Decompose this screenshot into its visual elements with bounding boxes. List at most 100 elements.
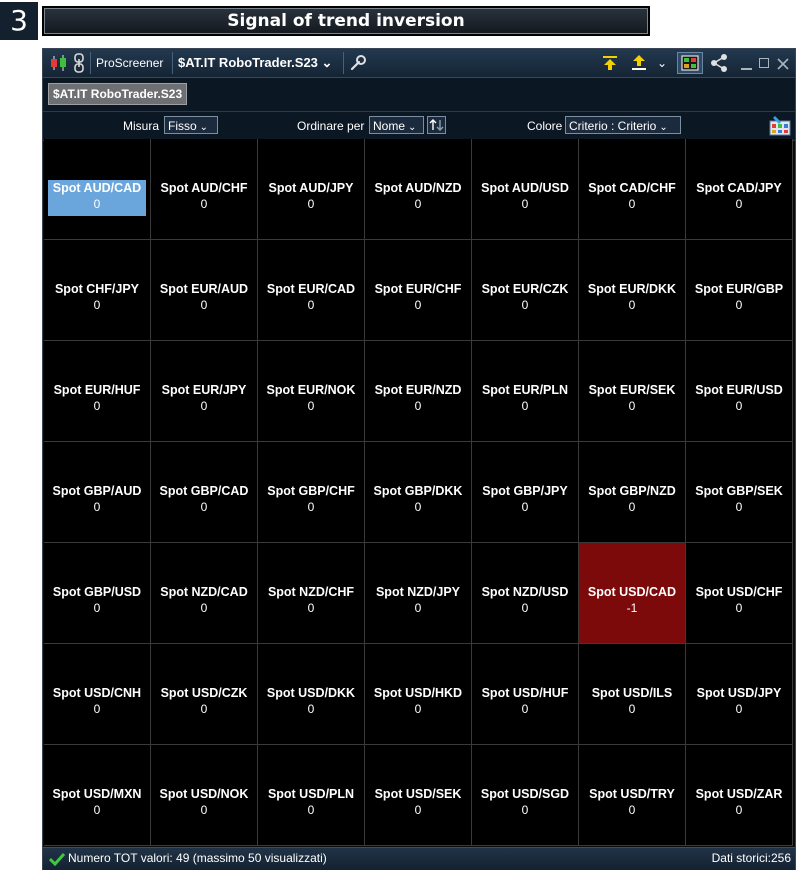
symbol-chip[interactable]: $AT.IT RoboTrader.S23: [48, 83, 188, 105]
cell-value: 0: [307, 298, 315, 312]
screener-cell[interactable]: Spot AUD/CAD 0: [44, 139, 151, 240]
screener-cell[interactable]: Spot AUD/NZD 0: [365, 139, 472, 240]
screener-cell[interactable]: Spot GBP/SEK 0: [686, 442, 793, 543]
screener-cell[interactable]: Spot CHF/JPY 0: [44, 240, 151, 341]
screener-selector[interactable]: $AT.IT RoboTrader.S23 ⌄: [178, 49, 332, 77]
cell-content: Spot CAD/JPY 0: [690, 180, 788, 216]
color-select[interactable]: Criterio : Criterio ⌄: [565, 116, 681, 134]
screener-cell[interactable]: Spot CAD/CHF 0: [579, 139, 686, 240]
cell-content: Spot USD/PLN 0: [262, 786, 360, 822]
chevron-down-icon[interactable]: ⌄: [657, 49, 667, 77]
screener-cell[interactable]: Spot EUR/SEK 0: [579, 341, 686, 442]
screener-cell[interactable]: Spot EUR/CAD 0: [258, 240, 365, 341]
screener-cell[interactable]: Spot USD/ZAR 0: [686, 745, 793, 846]
screener-cell[interactable]: Spot USD/NOK 0: [151, 745, 258, 846]
sort-direction-icon[interactable]: [427, 116, 446, 134]
cell-instrument-name: Spot EUR/CZK: [481, 282, 569, 296]
close-icon[interactable]: [777, 57, 789, 70]
screener-cell[interactable]: Spot EUR/NOK 0: [258, 341, 365, 442]
screener-cell[interactable]: Spot USD/ILS 0: [579, 644, 686, 745]
screener-cell[interactable]: Spot USD/DKK 0: [258, 644, 365, 745]
screener-cell[interactable]: Spot USD/CZK 0: [151, 644, 258, 745]
cell-content: Spot EUR/CAD 0: [262, 281, 360, 317]
screener-cell[interactable]: Spot GBP/JPY 0: [472, 442, 579, 543]
cell-instrument-name: Spot NZD/CHF: [267, 585, 355, 599]
cell-instrument-name: Spot AUD/CHF: [160, 181, 248, 195]
screener-name: $AT.IT RoboTrader.S23: [178, 55, 318, 70]
grid-view-icon[interactable]: [677, 52, 703, 74]
cell-instrument-name: Spot NZD/USD: [481, 585, 569, 599]
cell-value: 0: [200, 399, 208, 413]
screener-cell[interactable]: Spot USD/CNH 0: [44, 644, 151, 745]
cell-content: Spot EUR/HUF 0: [48, 382, 146, 418]
sort-select[interactable]: Nome ⌄: [369, 116, 424, 134]
screener-cell[interactable]: Spot NZD/CHF 0: [258, 543, 365, 644]
screener-cell[interactable]: Spot EUR/CZK 0: [472, 240, 579, 341]
cell-value: 0: [628, 702, 636, 716]
minimize-icon[interactable]: [741, 68, 752, 70]
upload-icon[interactable]: [630, 54, 648, 72]
screener-cell[interactable]: Spot NZD/JPY 0: [365, 543, 472, 644]
download-icon[interactable]: [601, 54, 619, 72]
cell-instrument-name: Spot EUR/JPY: [161, 383, 247, 397]
screener-cell[interactable]: Spot EUR/DKK 0: [579, 240, 686, 341]
screener-cell[interactable]: Spot USD/SEK 0: [365, 745, 472, 846]
cell-content: Spot NZD/USD 0: [476, 584, 574, 620]
cell-instrument-name: Spot GBP/USD: [52, 585, 142, 599]
size-select[interactable]: Fisso ⌄: [164, 116, 218, 134]
screener-cell[interactable]: Spot USD/TRY 0: [579, 745, 686, 846]
screener-cell[interactable]: Spot USD/CHF 0: [686, 543, 793, 644]
candles-icon[interactable]: [49, 54, 69, 72]
screener-cell[interactable]: Spot EUR/NZD 0: [365, 341, 472, 442]
screener-cell[interactable]: Spot USD/JPY 0: [686, 644, 793, 745]
screener-cell[interactable]: Spot AUD/CHF 0: [151, 139, 258, 240]
screener-cell[interactable]: Spot NZD/USD 0: [472, 543, 579, 644]
screener-cell[interactable]: Spot USD/PLN 0: [258, 745, 365, 846]
screener-cell[interactable]: Spot USD/CAD -1: [579, 543, 686, 644]
screener-cell[interactable]: Spot AUD/JPY 0: [258, 139, 365, 240]
cell-content: Spot USD/HUF 0: [476, 685, 574, 721]
cell-value: 0: [200, 803, 208, 817]
screener-cell[interactable]: Spot GBP/AUD 0: [44, 442, 151, 543]
cell-instrument-name: Spot GBP/CAD: [159, 484, 249, 498]
screener-cell[interactable]: Spot EUR/USD 0: [686, 341, 793, 442]
cell-content: Spot USD/SGD 0: [476, 786, 574, 822]
screener-cell[interactable]: Spot EUR/HUF 0: [44, 341, 151, 442]
screener-cell[interactable]: Spot CAD/JPY 0: [686, 139, 793, 240]
sort-label: Ordinare per: [297, 119, 365, 133]
cell-instrument-name: Spot USD/CAD: [587, 585, 677, 599]
color-label: Colore: [527, 119, 563, 133]
screener-cell[interactable]: Spot USD/HKD 0: [365, 644, 472, 745]
cell-instrument-name: Spot CAD/JPY: [696, 181, 782, 195]
screener-cell[interactable]: Spot GBP/DKK 0: [365, 442, 472, 543]
cell-value: 0: [521, 399, 529, 413]
screener-cell[interactable]: Spot EUR/PLN 0: [472, 341, 579, 442]
palette-icon[interactable]: [769, 115, 791, 137]
share-icon[interactable]: [709, 53, 729, 73]
cell-value: 0: [521, 298, 529, 312]
cell-instrument-name: Spot GBP/NZD: [588, 484, 676, 498]
maximize-icon[interactable]: [759, 58, 769, 68]
cell-content: Spot AUD/CAD 0: [48, 180, 146, 216]
cell-content: Spot GBP/AUD 0: [48, 483, 146, 519]
cell-content: Spot GBP/CHF 0: [262, 483, 360, 519]
screener-cell[interactable]: Spot GBP/USD 0: [44, 543, 151, 644]
screener-cell[interactable]: Spot EUR/CHF 0: [365, 240, 472, 341]
screener-cell[interactable]: Spot GBP/NZD 0: [579, 442, 686, 543]
screener-cell[interactable]: Spot EUR/GBP 0: [686, 240, 793, 341]
color-value: Criterio : Criterio: [569, 119, 657, 133]
screener-cell[interactable]: Spot USD/SGD 0: [472, 745, 579, 846]
screener-cell[interactable]: Spot NZD/CAD 0: [151, 543, 258, 644]
screener-cell[interactable]: Spot EUR/AUD 0: [151, 240, 258, 341]
link-chain-icon[interactable]: [73, 53, 85, 73]
screener-cell[interactable]: Spot EUR/JPY 0: [151, 341, 258, 442]
cell-content: Spot EUR/NOK 0: [262, 382, 360, 418]
screener-cell[interactable]: Spot GBP/CAD 0: [151, 442, 258, 543]
wrench-icon[interactable]: [349, 54, 367, 72]
screener-cell[interactable]: Spot AUD/USD 0: [472, 139, 579, 240]
chevron-down-icon: ⌄: [659, 122, 668, 133]
screener-cell[interactable]: Spot USD/HUF 0: [472, 644, 579, 745]
cell-content: Spot CAD/CHF 0: [583, 180, 681, 216]
screener-cell[interactable]: Spot GBP/CHF 0: [258, 442, 365, 543]
screener-cell[interactable]: Spot USD/MXN 0: [44, 745, 151, 846]
